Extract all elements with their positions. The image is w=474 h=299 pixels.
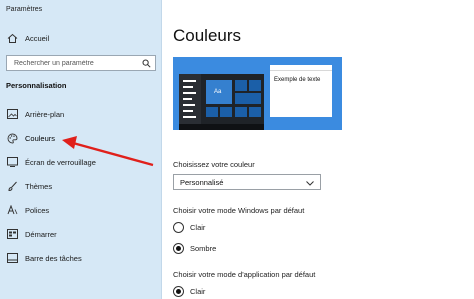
sidebar-item-fonts[interactable]: Polices (6, 202, 49, 218)
sidebar-item-colors[interactable]: Couleurs (6, 130, 55, 146)
settings-sidebar: Paramètres Accueil Personnalisation Arri… (0, 0, 162, 299)
radio-label: Clair (190, 286, 206, 296)
sidebar-item-label: Couleurs (25, 133, 56, 143)
sidebar-item-label: Démarrer (25, 229, 57, 239)
preview-tile-label: Aa (214, 89, 222, 95)
app-mode-label: Choisir votre mode d'application par déf… (173, 270, 316, 279)
lock-screen-icon (6, 156, 18, 168)
radio-checked[interactable] (173, 242, 184, 254)
sidebar-item-lock-screen[interactable]: Écran de verrouillage (6, 154, 96, 170)
search-input[interactable] (7, 56, 137, 70)
sidebar-item-background[interactable]: Arrière-plan (6, 106, 64, 122)
preview-window: Exemple de texte (270, 65, 332, 117)
radio-unchecked[interactable] (173, 221, 184, 233)
sidebar-item-label: Écran de verrouillage (25, 157, 96, 167)
radio-label: Sombre (190, 243, 217, 253)
font-icon (6, 204, 18, 216)
radio-label: Clair (190, 222, 206, 232)
settings-search[interactable] (6, 55, 156, 71)
window-title: Paramètres (6, 6, 43, 13)
app-mode-light-radio[interactable]: Clair (173, 284, 205, 298)
choose-color-label: Choisissez votre couleur (173, 160, 255, 169)
main-content: Couleurs Aa Exemple de texte Choisissez … (163, 0, 474, 299)
color-dropdown-value: Personnalisé (180, 177, 224, 187)
home-icon (6, 32, 18, 44)
brush-icon (6, 180, 18, 192)
sidebar-item-label: Thèmes (25, 181, 53, 191)
sidebar-item-label: Barre des tâches (25, 253, 82, 263)
home-label: Accueil (25, 33, 50, 43)
sidebar-item-label: Arrière-plan (25, 109, 65, 119)
image-icon (6, 108, 18, 120)
page-title: Couleurs (173, 26, 242, 45)
sidebar-item-label: Polices (25, 205, 50, 215)
radio-checked[interactable] (173, 285, 184, 297)
search-icon[interactable] (137, 56, 155, 70)
windows-mode-light-radio[interactable]: Clair (173, 220, 205, 234)
section-title: Personnalisation (6, 81, 67, 90)
windows-mode-dark-radio[interactable]: Sombre (173, 241, 216, 255)
home-link[interactable]: Accueil (6, 30, 49, 46)
start-menu-icon (6, 228, 18, 240)
chevron-down-icon (306, 173, 314, 191)
sidebar-item-start[interactable]: Démarrer (6, 226, 57, 242)
preview-taskbar (179, 124, 264, 130)
sidebar-item-taskbar[interactable]: Barre des tâches (6, 250, 82, 266)
palette-icon (6, 132, 18, 144)
preview-start-menu: Aa (179, 74, 264, 130)
color-preview: Aa Exemple de texte (173, 57, 342, 130)
preview-sample-text: Exemple de texte (274, 77, 321, 83)
windows-mode-label: Choisir votre mode Windows par défaut (173, 206, 305, 215)
color-dropdown[interactable]: Personnalisé (173, 174, 321, 190)
preview-tile: Aa (206, 80, 232, 104)
taskbar-icon (6, 252, 18, 264)
sidebar-item-themes[interactable]: Thèmes (6, 178, 52, 194)
